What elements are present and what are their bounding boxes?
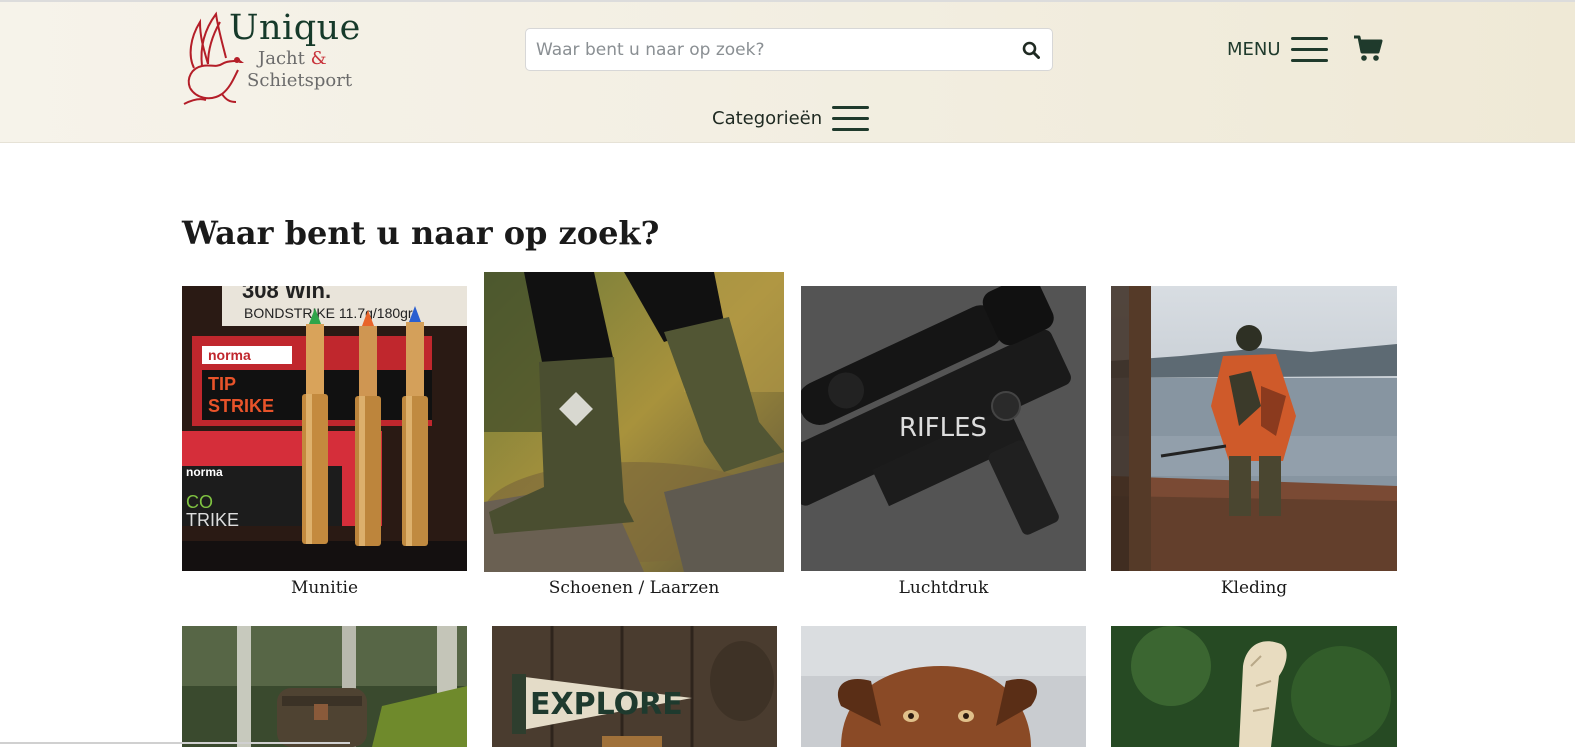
svg-text:CO: CO <box>186 492 213 512</box>
logo-title: Unique <box>229 8 361 48</box>
svg-text:STRIKE: STRIKE <box>208 396 274 416</box>
svg-text:norma: norma <box>186 465 223 479</box>
category-tile-kleding[interactable] <box>1111 286 1397 571</box>
category-tile-munitie[interactable]: 308 Win. BONDSTRIKE 11.7g/180gr norma TI… <box>182 286 467 571</box>
category-tile-8[interactable] <box>1111 626 1397 747</box>
ammunition-image: 308 Win. BONDSTRIKE 11.7g/180gr norma TI… <box>182 286 467 571</box>
category-tile-5[interactable] <box>182 626 467 747</box>
logo-jacht: Jacht <box>258 48 305 69</box>
category-label[interactable]: Schoenen / Laarzen <box>484 578 784 598</box>
page-heading: Waar bent u naar op zoek? <box>182 214 660 252</box>
knife-image <box>1111 626 1397 747</box>
hamburger-icon <box>1290 35 1328 63</box>
categories-button[interactable]: Categorieën <box>712 103 870 133</box>
boots-image <box>484 272 784 572</box>
hamburger-icon <box>832 104 870 132</box>
air-rifle-image: RIFLES <box>801 286 1086 571</box>
logo-ampersand: & <box>310 48 327 69</box>
site-logo[interactable]: Unique Jacht & Schietsport <box>182 8 364 108</box>
search-button[interactable] <box>1020 39 1042 61</box>
category-tile-7[interactable] <box>801 626 1086 747</box>
svg-text:TIP: TIP <box>208 374 236 394</box>
rifles-overlay: RIFLES <box>899 413 987 443</box>
menu-button[interactable]: MENU <box>1227 34 1328 64</box>
menu-label: MENU <box>1227 38 1281 60</box>
category-label[interactable]: Kleding <box>1111 578 1397 598</box>
logo-subtitle-2: Schietsport <box>247 70 353 91</box>
hunter-image <box>1111 286 1397 571</box>
svg-text:308 Win.: 308 Win. <box>242 286 331 303</box>
svg-text:TRIKE: TRIKE <box>186 510 239 530</box>
divider <box>0 742 350 744</box>
category-label[interactable]: Munitie <box>182 578 467 598</box>
explore-overlay: EXPLORE <box>530 687 683 722</box>
category-label[interactable]: Luchtdruk <box>801 578 1086 598</box>
categories-label: Categorieën <box>712 107 823 129</box>
category-tile-schoenen-laarzen[interactable] <box>484 272 784 572</box>
svg-text:norma: norma <box>208 347 251 363</box>
svg-text:BONDSTRIKE 11.7g/180gr: BONDSTRIKE 11.7g/180gr <box>244 305 413 321</box>
category-tile-6[interactable]: EXPLORE <box>492 626 777 747</box>
search-bar <box>525 28 1053 71</box>
shopping-cart-icon <box>1354 35 1383 61</box>
search-input[interactable] <box>526 29 1006 70</box>
explore-pennant-image: EXPLORE <box>492 626 777 747</box>
site-header: Unique Jacht & Schietsport MENU Categori… <box>0 0 1575 143</box>
search-icon <box>1022 41 1040 59</box>
category-tile-luchtdruk[interactable]: RIFLES <box>801 286 1086 571</box>
cart-button[interactable] <box>1352 32 1384 64</box>
dog-image <box>801 626 1086 747</box>
bag-forest-image <box>182 626 467 747</box>
logo-subtitle-1: Jacht & <box>258 48 327 69</box>
